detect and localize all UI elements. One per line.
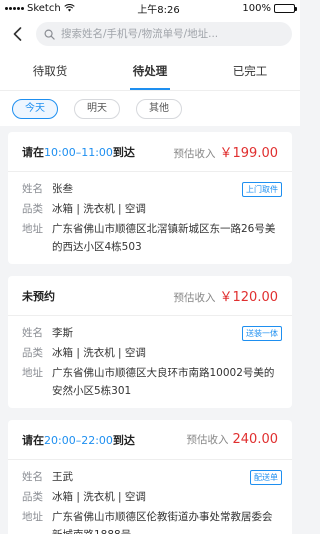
- tab-pending[interactable]: 待处理: [100, 52, 200, 90]
- order-header: 未预约 预估收入 ￥120.00: [8, 276, 292, 316]
- address-row: 地址 广东省佛山市顺德区北滘镇新城区东一路26号美的西达小区4栋503: [22, 220, 282, 256]
- customer-name: 王武: [52, 471, 73, 483]
- address-label: 地址: [22, 511, 43, 523]
- address-row: 地址 广东省佛山市顺德区大良环市南路10002号美的安然小区5栋301: [22, 364, 282, 400]
- search-box[interactable]: [36, 22, 292, 46]
- address-label: 地址: [22, 223, 43, 235]
- time-window: 10:00–11:00: [44, 145, 113, 159]
- address-row: 地址 广东省佛山市顺德区伦教街道办事处常教居委会新城南路1888号: [22, 508, 282, 534]
- search-row: [0, 16, 300, 52]
- order-details: 姓名 李斯 送装一体 品类 冰箱 | 洗衣机 | 空调 地址 广东省佛山市顺德区…: [8, 316, 292, 408]
- category-label: 品类: [22, 347, 43, 359]
- filter-today[interactable]: 今天: [12, 98, 58, 119]
- order-type-badge: 配送单: [250, 470, 282, 485]
- income-amount: ￥120.00: [219, 290, 279, 305]
- wifi-icon: [64, 4, 75, 12]
- battery-percent: 100%: [242, 2, 271, 14]
- income-group: 预估收入 ￥199.00: [174, 142, 279, 161]
- category-label: 品类: [22, 203, 43, 215]
- income-label: 预估收入: [173, 148, 216, 160]
- customer-name: 张叁: [52, 183, 73, 195]
- name-row: 姓名 王武 配送单: [22, 468, 282, 486]
- tab-completed[interactable]: 已完工: [200, 52, 300, 90]
- filter-other[interactable]: 其他: [136, 98, 182, 119]
- tab-bar: 待取货 待处理 已完工: [0, 52, 300, 90]
- name-label: 姓名: [22, 183, 43, 195]
- address-label: 地址: [22, 367, 43, 379]
- back-button[interactable]: [10, 25, 24, 43]
- order-card[interactable]: 请在20:00–22:00到达 预估收入 240.00 姓名 王武 配送单 品类…: [8, 420, 292, 534]
- order-type-badge: 上门取件: [242, 182, 282, 197]
- category-value: 冰箱 | 洗衣机 | 空调: [52, 491, 146, 503]
- category-row: 品类 冰箱 | 洗衣机 | 空调: [22, 488, 282, 506]
- category-row: 品类 冰箱 | 洗衣机 | 空调: [22, 344, 282, 362]
- name-row: 姓名 李斯 送装一体: [22, 324, 282, 342]
- category-value: 冰箱 | 洗衣机 | 空调: [52, 347, 146, 359]
- customer-name: 李斯: [52, 327, 73, 339]
- signal-icon: [5, 6, 24, 10]
- appointment-time: 请在10:00–11:00到达: [22, 145, 135, 159]
- status-left: Sketch: [5, 3, 75, 14]
- search-input[interactable]: [61, 28, 284, 40]
- order-details: 姓名 王武 配送单 品类 冰箱 | 洗衣机 | 空调 地址 广东省佛山市顺德区伦…: [8, 460, 292, 534]
- appointment-time: 未预约: [22, 289, 55, 303]
- category-row: 品类 冰箱 | 洗衣机 | 空调: [22, 200, 282, 218]
- time-window: 20:00–22:00: [44, 433, 113, 447]
- income-amount: ￥199.00: [219, 146, 279, 161]
- income-group: 预估收入 ￥120.00: [174, 286, 279, 305]
- battery-icon: [273, 3, 297, 13]
- status-time: 上午8:26: [137, 4, 180, 16]
- order-details: 姓名 张叁 上门取件 品类 冰箱 | 洗衣机 | 空调 地址 广东省佛山市顺德区…: [8, 172, 292, 264]
- date-filters: 今天 明天 其他: [0, 90, 300, 126]
- address-value: 广东省佛山市顺德区北滘镇新城区东一路26号美的西达小区4栋503: [52, 223, 276, 253]
- order-header: 请在10:00–11:00到达 预估收入 ￥199.00: [8, 132, 292, 172]
- order-card[interactable]: 请在10:00–11:00到达 预估收入 ￥199.00 姓名 张叁 上门取件 …: [8, 132, 292, 264]
- address-value: 广东省佛山市顺德区大良环市南路10002号美的安然小区5栋301: [52, 367, 275, 397]
- order-list: 请在10:00–11:00到达 预估收入 ￥199.00 姓名 张叁 上门取件 …: [0, 126, 300, 534]
- order-type-badge: 送装一体: [242, 326, 282, 341]
- order-card[interactable]: 未预约 预估收入 ￥120.00 姓名 李斯 送装一体 品类 冰箱 | 洗衣机 …: [8, 276, 292, 408]
- name-label: 姓名: [22, 327, 43, 339]
- chevron-left-icon: [13, 27, 21, 41]
- tab-pending-pickup[interactable]: 待取货: [0, 52, 100, 90]
- category-label: 品类: [22, 491, 43, 503]
- category-value: 冰箱 | 洗衣机 | 空调: [52, 203, 146, 215]
- status-bar: Sketch 上午8:26 100%: [0, 0, 300, 16]
- income-amount: 240.00: [232, 432, 279, 447]
- name-row: 姓名 张叁 上门取件: [22, 180, 282, 198]
- income-label: 预估收入: [173, 292, 216, 304]
- carrier-name: Sketch: [27, 2, 61, 14]
- income-label: 预估收入: [186, 434, 229, 446]
- status-right: 100%: [242, 2, 297, 14]
- income-group: 预估收入 240.00: [187, 432, 279, 447]
- order-header: 请在20:00–22:00到达 预估收入 240.00: [8, 420, 292, 460]
- filter-tomorrow[interactable]: 明天: [74, 98, 120, 119]
- search-icon: [44, 29, 55, 40]
- name-label: 姓名: [22, 471, 43, 483]
- appointment-time: 请在20:00–22:00到达: [22, 433, 135, 447]
- address-value: 广东省佛山市顺德区伦教街道办事处常教居委会新城南路1888号: [52, 511, 273, 534]
